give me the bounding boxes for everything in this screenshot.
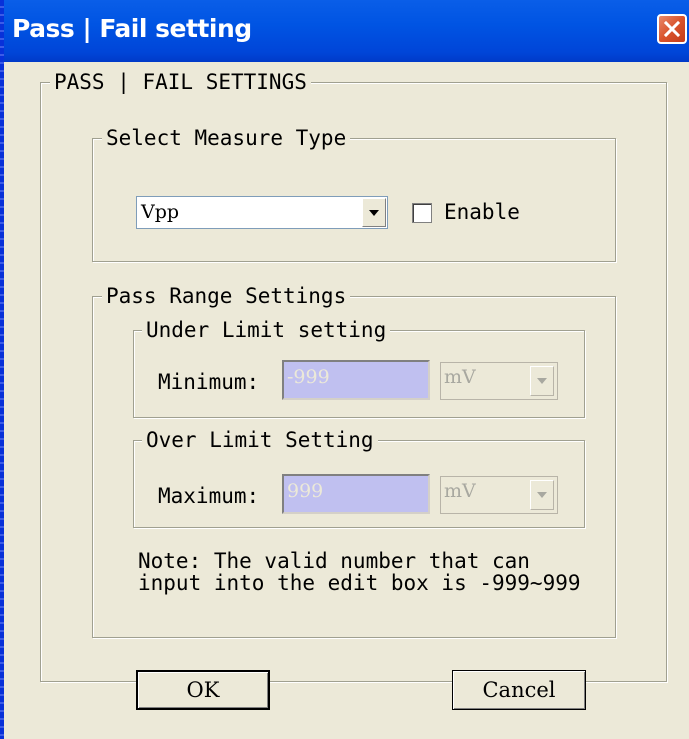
maximum-label: Maximum: [158, 484, 260, 508]
window-title: Pass | Fail setting [12, 14, 252, 43]
measure-type-dropdown-button[interactable] [362, 198, 386, 227]
chevron-down-icon [537, 492, 547, 498]
minimum-unit-dropdown-button[interactable] [530, 366, 554, 396]
over-limit-legend: Over Limit Setting [142, 428, 378, 452]
minimum-label: Minimum: [158, 370, 260, 394]
dialog-window: Pass | Fail setting PASS | FAIL SETTINGS… [0, 0, 689, 739]
title-bar[interactable]: Pass | Fail setting [0, 0, 689, 62]
measure-type-legend: Select Measure Type [102, 126, 351, 150]
pass-fail-settings-legend: PASS | FAIL SETTINGS [50, 70, 311, 94]
enable-checkbox[interactable] [412, 203, 432, 223]
valid-range-note: Note: The valid number that can input in… [138, 549, 581, 595]
enable-label: Enable [444, 200, 520, 224]
window-left-border [0, 0, 4, 739]
cancel-button[interactable]: Cancel [452, 670, 586, 710]
maximum-unit-select[interactable]: mV [440, 476, 558, 514]
close-icon [663, 20, 681, 38]
under-limit-legend: Under Limit setting [142, 318, 391, 342]
minimum-unit-select[interactable]: mV [440, 362, 558, 400]
maximum-input[interactable]: 999 [282, 474, 430, 514]
close-button[interactable] [657, 14, 687, 44]
measure-type-value: Vpp [141, 201, 180, 223]
pass-range-legend: Pass Range Settings [102, 284, 351, 308]
chevron-down-icon [369, 209, 379, 216]
minimum-unit-value: mV [444, 366, 476, 388]
minimum-input[interactable]: -999 [282, 360, 430, 400]
measure-type-select[interactable]: Vpp [136, 196, 388, 229]
chevron-down-icon [537, 378, 547, 384]
maximum-unit-dropdown-button[interactable] [530, 480, 554, 510]
ok-button[interactable]: OK [136, 670, 270, 710]
maximum-unit-value: mV [444, 480, 476, 502]
